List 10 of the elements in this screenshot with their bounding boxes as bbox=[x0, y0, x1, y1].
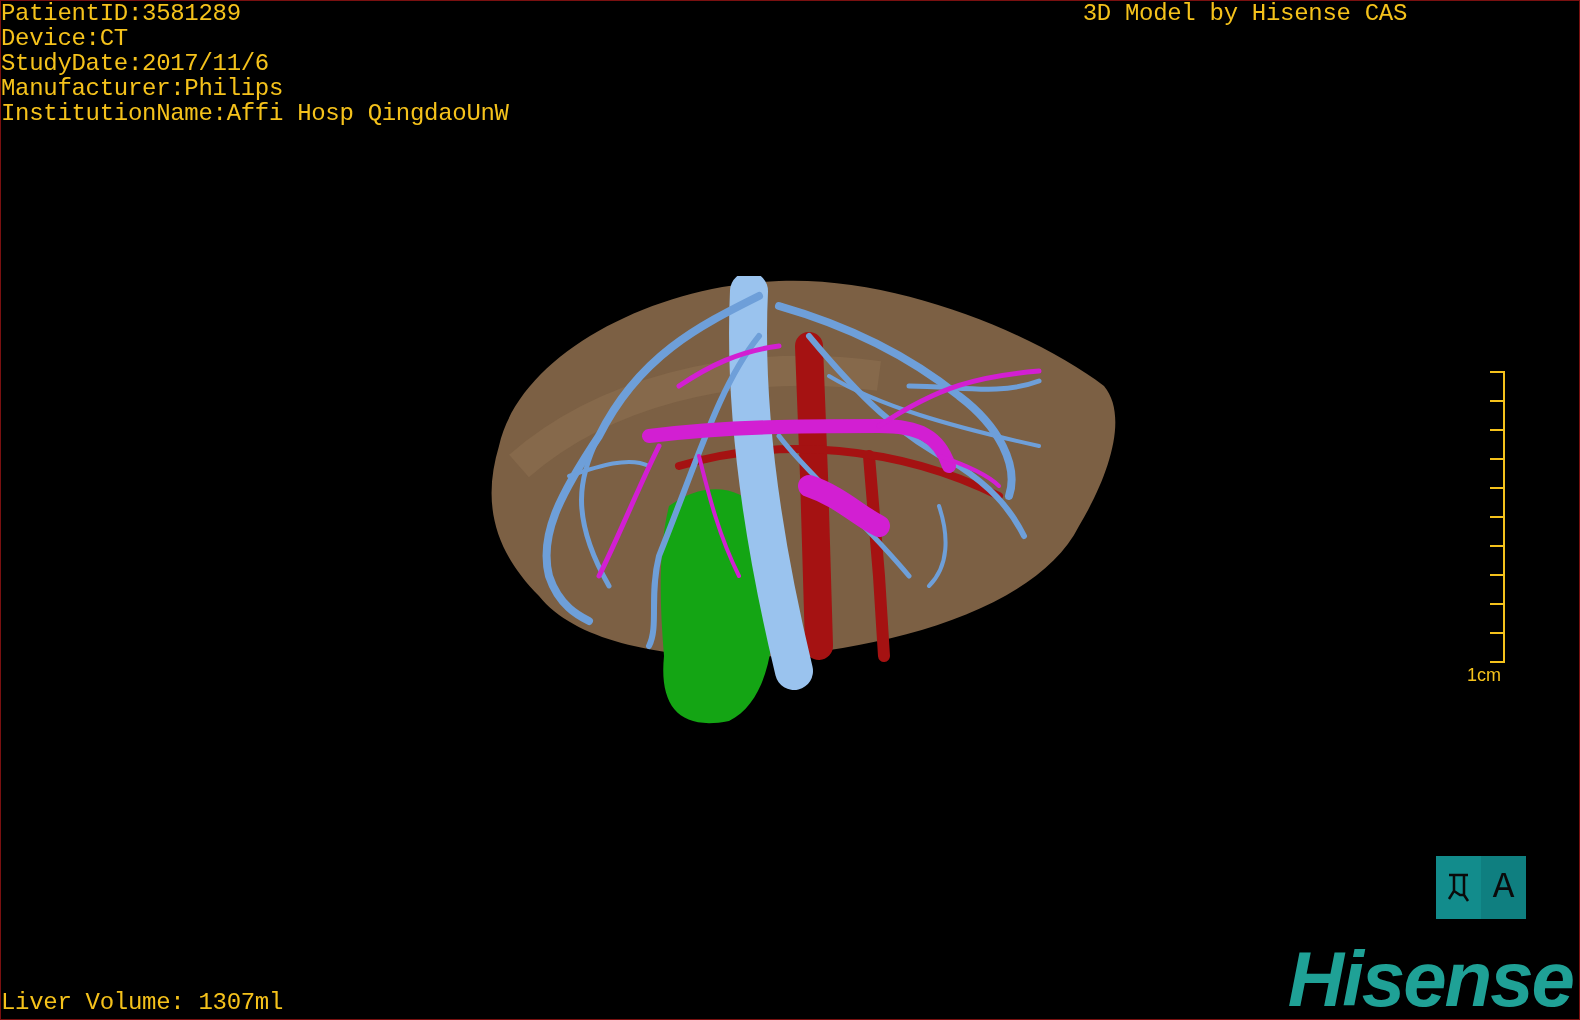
patient-info-line: Device:CT bbox=[1, 26, 129, 51]
liver-volume-text: Liver Volume: 1307ml bbox=[1, 990, 284, 1018]
patient-info-line: Manufacturer:Philips bbox=[1, 76, 285, 101]
orientation-label: A bbox=[1492, 867, 1515, 908]
brand-logo: Hisense bbox=[1287, 941, 1573, 1017]
viewer-title: 3D Model by Hisense CAS bbox=[1082, 1, 1408, 26]
scale-label: 1cm bbox=[1467, 665, 1501, 685]
patient-info-line: PatientID:3581289 bbox=[1, 1, 242, 26]
patient-info-line: StudyDate:2017/11/6 bbox=[1, 51, 270, 76]
patient-info-line: InstitutionName:Affi Hosp QingdaoUnW bbox=[1, 101, 509, 126]
